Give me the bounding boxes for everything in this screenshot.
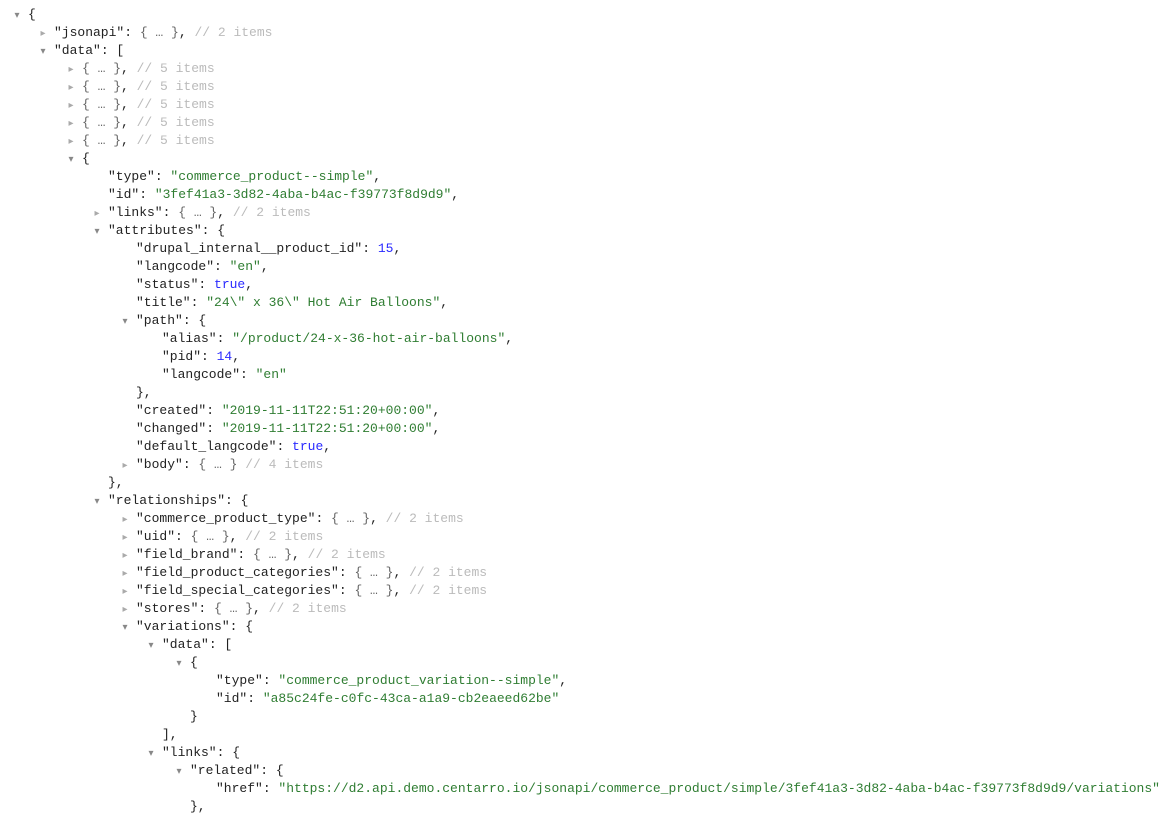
caret-right-icon[interactable] xyxy=(66,60,76,80)
json-row[interactable]: "id": "3fef41a3-3d82-4aba-b4ac-f39773f8d… xyxy=(0,186,1170,204)
json-row[interactable]: "links": { xyxy=(0,744,1170,762)
json-row[interactable]: } xyxy=(0,708,1170,726)
json-row[interactable]: "type": "commerce_product--simple", xyxy=(0,168,1170,186)
caret-down-icon[interactable] xyxy=(92,492,102,512)
json-row[interactable]: "created": "2019-11-11T22:51:20+00:00", xyxy=(0,402,1170,420)
json-row[interactable]: "links": { … }, // 2 items xyxy=(0,204,1170,222)
json-row[interactable]: "langcode": "en" xyxy=(0,366,1170,384)
json-row[interactable]: { … }, // 5 items xyxy=(0,114,1170,132)
json-row[interactable]: { xyxy=(0,6,1170,24)
caret-right-icon[interactable] xyxy=(92,204,102,224)
json-row[interactable]: "field_brand": { … }, // 2 items xyxy=(0,546,1170,564)
caret-down-icon[interactable] xyxy=(174,654,184,674)
json-row[interactable]: "stores": { … }, // 2 items xyxy=(0,600,1170,618)
json-row[interactable]: "title": "24\" x 36\" Hot Air Balloons", xyxy=(0,294,1170,312)
json-row[interactable]: "data": [ xyxy=(0,636,1170,654)
json-row[interactable]: { … }, // 5 items xyxy=(0,132,1170,150)
json-row[interactable]: "pid": 14, xyxy=(0,348,1170,366)
json-tree: {"jsonapi": { … }, // 2 items"data": [{ … xyxy=(0,6,1170,816)
json-row[interactable]: { … }, // 5 items xyxy=(0,96,1170,114)
json-row[interactable]: "drupal_internal__product_id": 15, xyxy=(0,240,1170,258)
json-row[interactable]: "type": "commerce_product_variation--sim… xyxy=(0,672,1170,690)
json-row[interactable]: "alias": "/product/24-x-36-hot-air-ballo… xyxy=(0,330,1170,348)
json-row[interactable]: "id": "a85c24fe-c0fc-43ca-a1a9-cb2eaeed6… xyxy=(0,690,1170,708)
caret-right-icon[interactable] xyxy=(120,510,130,530)
caret-down-icon[interactable] xyxy=(120,618,130,638)
json-row[interactable]: "related": { xyxy=(0,762,1170,780)
caret-right-icon[interactable] xyxy=(120,546,130,566)
json-row[interactable]: "href": "https://d2.api.demo.centarro.io… xyxy=(0,780,1170,798)
json-row[interactable]: "uid": { … }, // 2 items xyxy=(0,528,1170,546)
caret-right-icon[interactable] xyxy=(66,114,76,134)
json-row[interactable]: "commerce_product_type": { … }, // 2 ite… xyxy=(0,510,1170,528)
json-row[interactable]: ], xyxy=(0,726,1170,744)
json-row[interactable]: "default_langcode": true, xyxy=(0,438,1170,456)
json-row[interactable]: "changed": "2019-11-11T22:51:20+00:00", xyxy=(0,420,1170,438)
caret-down-icon[interactable] xyxy=(146,636,156,656)
json-row[interactable]: { … }, // 5 items xyxy=(0,78,1170,96)
json-row[interactable]: "field_product_categories": { … }, // 2 … xyxy=(0,564,1170,582)
caret-down-icon[interactable] xyxy=(146,744,156,764)
caret-right-icon[interactable] xyxy=(66,132,76,152)
caret-down-icon[interactable] xyxy=(66,150,76,170)
caret-right-icon[interactable] xyxy=(120,528,130,548)
caret-right-icon[interactable] xyxy=(66,78,76,98)
json-row[interactable]: "jsonapi": { … }, // 2 items xyxy=(0,24,1170,42)
json-row[interactable]: "status": true, xyxy=(0,276,1170,294)
caret-right-icon[interactable] xyxy=(120,564,130,584)
caret-right-icon[interactable] xyxy=(120,582,130,602)
json-row[interactable]: }, xyxy=(0,798,1170,816)
caret-right-icon[interactable] xyxy=(66,96,76,116)
json-row[interactable]: "body": { … } // 4 items xyxy=(0,456,1170,474)
caret-down-icon[interactable] xyxy=(38,42,48,62)
json-row[interactable]: "variations": { xyxy=(0,618,1170,636)
caret-right-icon[interactable] xyxy=(120,456,130,476)
json-row[interactable]: "path": { xyxy=(0,312,1170,330)
json-row[interactable]: { xyxy=(0,654,1170,672)
json-row[interactable]: { xyxy=(0,150,1170,168)
caret-down-icon[interactable] xyxy=(174,762,184,782)
caret-down-icon[interactable] xyxy=(92,222,102,242)
json-row[interactable]: "relationships": { xyxy=(0,492,1170,510)
caret-right-icon[interactable] xyxy=(38,24,48,44)
caret-down-icon[interactable] xyxy=(120,312,130,332)
json-row[interactable]: "langcode": "en", xyxy=(0,258,1170,276)
json-row[interactable]: "data": [ xyxy=(0,42,1170,60)
caret-down-icon[interactable] xyxy=(12,6,22,26)
json-row[interactable]: }, xyxy=(0,384,1170,402)
json-row[interactable]: }, xyxy=(0,474,1170,492)
json-row[interactable]: "field_special_categories": { … }, // 2 … xyxy=(0,582,1170,600)
json-row[interactable]: "attributes": { xyxy=(0,222,1170,240)
json-row[interactable]: { … }, // 5 items xyxy=(0,60,1170,78)
caret-right-icon[interactable] xyxy=(120,600,130,620)
